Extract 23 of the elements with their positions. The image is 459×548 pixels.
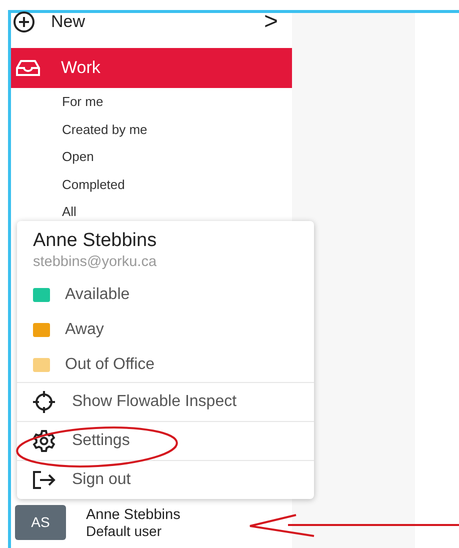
settings-icon [31, 429, 57, 453]
user-email: stebbins@yorku.ca [33, 253, 158, 271]
nav-item[interactable]: Work [11, 48, 292, 88]
crosshair-icon [31, 390, 57, 414]
sign-out-icon [31, 470, 57, 490]
status-option[interactable]: Out of Office [17, 347, 314, 382]
nav-subitem[interactable]: All [62, 202, 76, 222]
nav-subitem[interactable]: For me [62, 92, 104, 112]
user-name: Anne Stebbins [86, 506, 180, 522]
status-option[interactable]: Away [17, 312, 314, 347]
user-role: Default user [86, 522, 162, 538]
menu-item[interactable]: Settings [17, 421, 314, 460]
menu-item[interactable]: Sign out [17, 460, 314, 499]
status-option[interactable]: Available [17, 277, 314, 312]
menu-item[interactable]: Show Flowable Inspect [17, 382, 314, 421]
new-menu-item[interactable]: New > [11, 0, 292, 44]
user-name: Anne Stebbins [33, 229, 158, 253]
nav-subitem[interactable]: Open [62, 147, 94, 166]
nav-subitem[interactable]: Created by me [62, 120, 148, 139]
plus-circle-icon [13, 11, 35, 33]
avatar[interactable]: AS [15, 505, 66, 540]
nav-subitem[interactable]: Completed [62, 174, 125, 194]
inbox-icon [15, 59, 41, 77]
